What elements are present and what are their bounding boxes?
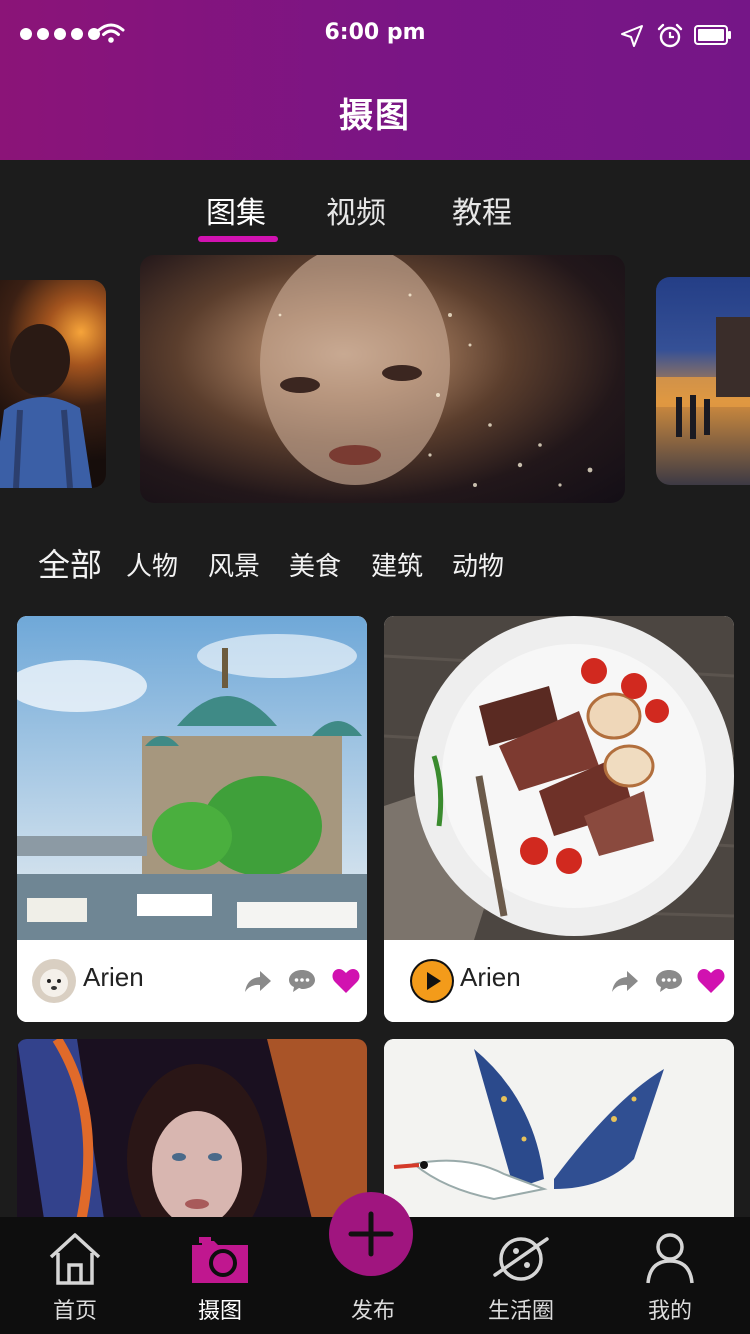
carousel-slide-next[interactable] xyxy=(656,277,750,485)
share-icon[interactable] xyxy=(610,968,640,994)
content-tabs: 图集 视频 教程 xyxy=(0,188,750,248)
like-heart-icon[interactable] xyxy=(696,968,726,994)
publish-button[interactable] xyxy=(329,1192,413,1276)
camera-icon xyxy=(192,1237,248,1283)
painted-crane-photo xyxy=(384,1039,734,1239)
tabbar-profile-label: 我的 xyxy=(647,1299,692,1324)
status-bar: 6:00 pm xyxy=(0,18,750,52)
tabbar-life-circle-label: 生活圈 xyxy=(487,1299,554,1324)
post-card[interactable]: Arien xyxy=(384,616,734,1022)
back-view-portrait-image xyxy=(0,324,92,488)
planet-icon xyxy=(493,1237,549,1281)
active-tab-indicator xyxy=(198,236,278,242)
post-footer: Arien xyxy=(384,940,734,1022)
home-icon xyxy=(49,1233,101,1285)
carousel-slide-prev[interactable] xyxy=(0,280,106,488)
category-filter: 全部 人物 风景 美食 建筑 动物 xyxy=(0,540,750,584)
tab-albums[interactable]: 图集 xyxy=(206,188,266,232)
category-people[interactable]: 人物 xyxy=(126,546,178,583)
tab-videos[interactable]: 视频 xyxy=(326,188,386,232)
post-author[interactable]: Arien xyxy=(460,962,521,993)
glitter-portrait-image xyxy=(260,255,593,487)
page-title: 摄图 xyxy=(339,96,411,136)
play-logo-avatar-icon xyxy=(412,961,452,1001)
category-food[interactable]: 美食 xyxy=(289,546,341,583)
night-market-street-image xyxy=(656,317,750,439)
tabbar-publish-label: 发布 xyxy=(350,1299,395,1324)
dog-avatar-icon xyxy=(40,969,68,997)
category-all[interactable]: 全部 xyxy=(38,540,102,586)
alarm-icon xyxy=(657,23,683,48)
like-heart-icon[interactable] xyxy=(331,968,361,994)
tabbar-home-label: 首页 xyxy=(52,1299,97,1324)
tabbar-home[interactable]: 首页 xyxy=(0,1217,150,1334)
berlin-cathedral-photo xyxy=(17,616,367,940)
steak-dinner-photo xyxy=(384,616,734,940)
plus-icon xyxy=(348,1211,394,1257)
comment-icon[interactable] xyxy=(287,968,317,994)
category-scenery[interactable]: 风景 xyxy=(208,546,260,583)
tabbar-photos[interactable]: 摄图 xyxy=(145,1217,295,1334)
location-arrow-icon xyxy=(621,25,643,47)
category-architecture[interactable]: 建筑 xyxy=(371,546,423,583)
share-icon[interactable] xyxy=(243,968,273,994)
avatar[interactable] xyxy=(32,959,76,1003)
post-card[interactable] xyxy=(384,1039,734,1239)
neon-portrait-photo xyxy=(17,1039,367,1239)
carousel-slide-active[interactable] xyxy=(140,255,625,503)
battery-icon xyxy=(694,25,731,45)
post-author[interactable]: Arien xyxy=(83,962,144,993)
post-card[interactable]: Arien xyxy=(17,616,367,1022)
tabbar-profile[interactable]: 我的 xyxy=(595,1217,745,1334)
tabbar-life-circle[interactable]: 生活圈 xyxy=(446,1217,596,1334)
category-animals[interactable]: 动物 xyxy=(452,546,504,583)
avatar[interactable] xyxy=(410,959,454,1003)
user-icon xyxy=(646,1233,694,1284)
post-footer: Arien xyxy=(17,940,367,1022)
tabbar-photos-label: 摄图 xyxy=(197,1299,242,1324)
app-header: 6:00 pm 摄图 xyxy=(0,0,750,160)
tab-tutorials[interactable]: 教程 xyxy=(452,188,512,232)
comment-icon[interactable] xyxy=(654,968,684,994)
post-card[interactable] xyxy=(17,1039,367,1239)
